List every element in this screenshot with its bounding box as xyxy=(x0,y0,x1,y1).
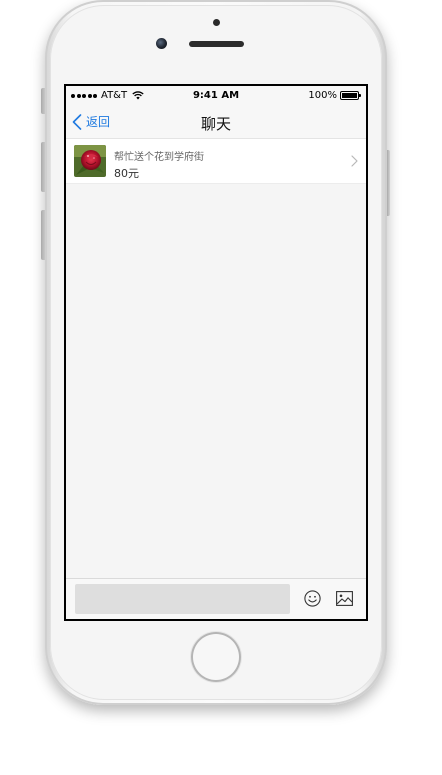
status-bar: AT&T 9:41 AM 100% xyxy=(66,86,366,106)
home-button xyxy=(191,632,241,682)
message-input[interactable] xyxy=(75,584,290,614)
input-toolbar xyxy=(66,578,366,619)
front-camera xyxy=(156,38,167,49)
battery-icon xyxy=(340,91,362,100)
item-price: 80元 xyxy=(114,167,139,180)
item-title: 帮忙送个花到学府街 xyxy=(114,152,204,163)
image-icon[interactable] xyxy=(336,591,353,606)
app-screen: AT&T 9:41 AM 100% 返回 聊天 帮忙送个花到学府街 80元 xyxy=(66,86,366,619)
chat-message-area[interactable] xyxy=(66,184,366,579)
proximity-sensor xyxy=(213,19,220,26)
item-card[interactable]: 帮忙送个花到学府街 80元 xyxy=(66,139,366,184)
item-thumbnail xyxy=(74,145,106,177)
earpiece-speaker xyxy=(189,41,244,47)
chevron-right-icon xyxy=(351,155,358,167)
flower-image xyxy=(74,145,106,177)
smiley-icon[interactable] xyxy=(304,590,321,607)
status-right: 100% xyxy=(308,90,362,101)
page-title: 聊天 xyxy=(200,115,231,133)
battery-percentage: 100% xyxy=(308,90,337,101)
navigation-bar: 返回 聊天 xyxy=(66,106,366,139)
phone-screen: AT&T 9:41 AM 100% 返回 聊天 帮忙送个花到学府街 80元 xyxy=(64,84,368,621)
